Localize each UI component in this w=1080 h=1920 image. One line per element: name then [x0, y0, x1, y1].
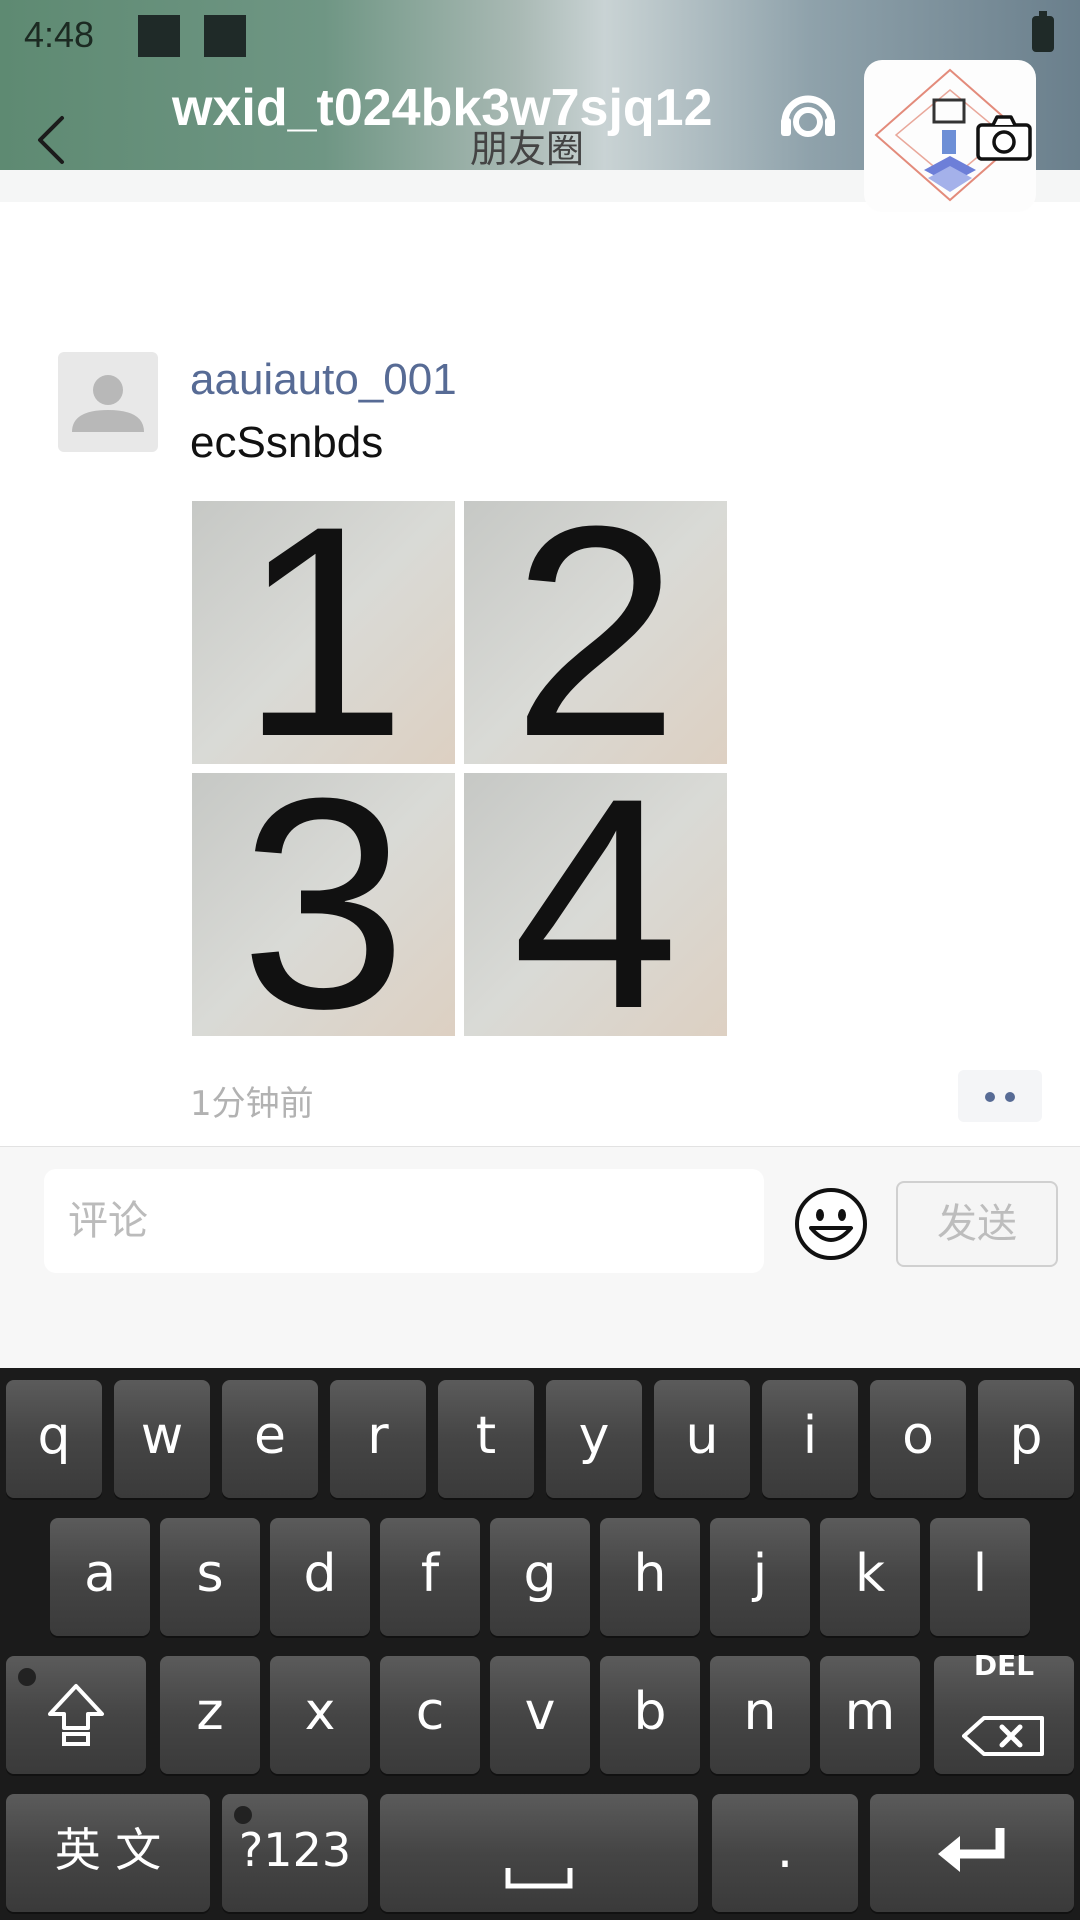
- photo-thumbnail[interactable]: 4: [464, 773, 727, 1036]
- key-z[interactable]: z: [160, 1656, 260, 1774]
- notification-icon: [204, 15, 246, 57]
- backspace-icon: [962, 1716, 1044, 1756]
- photo-content: 3: [240, 773, 407, 1036]
- key-o[interactable]: o: [870, 1380, 966, 1498]
- delete-key[interactable]: DEL: [934, 1649, 1074, 1774]
- key-l[interactable]: l: [930, 1518, 1030, 1636]
- comment-bar: 发送: [0, 1146, 1080, 1369]
- headset-icon: [781, 95, 835, 137]
- key-x[interactable]: x: [270, 1656, 370, 1774]
- profile-name: wxid_t024bk3w7sjq12: [172, 79, 713, 137]
- key-p[interactable]: p: [978, 1380, 1074, 1498]
- key-y[interactable]: y: [546, 1380, 642, 1498]
- key-i[interactable]: i: [762, 1380, 858, 1498]
- photo-thumbnail[interactable]: 2: [464, 501, 727, 764]
- space-bar-icon: [505, 1868, 573, 1889]
- key-e[interactable]: e: [222, 1380, 318, 1498]
- default-avatar-icon: [72, 375, 144, 432]
- send-button[interactable]: 发送: [896, 1181, 1058, 1267]
- dot-icon: [985, 1092, 995, 1102]
- period-key[interactable]: .: [712, 1794, 858, 1912]
- key-t[interactable]: t: [438, 1380, 534, 1498]
- comment-input[interactable]: [44, 1169, 764, 1273]
- status-time: 4:48: [24, 14, 95, 55]
- post-username[interactable]: aauiauto_001: [190, 355, 457, 405]
- more-options-button[interactable]: [958, 1070, 1042, 1122]
- key-n[interactable]: n: [710, 1656, 810, 1774]
- photo-thumbnail[interactable]: 3: [192, 773, 455, 1036]
- key-m[interactable]: m: [820, 1656, 920, 1774]
- key-h[interactable]: h: [600, 1518, 700, 1636]
- delete-label: DEL: [973, 1649, 1035, 1682]
- indicator-dot: [234, 1806, 252, 1824]
- key-v[interactable]: v: [490, 1656, 590, 1774]
- key-g[interactable]: g: [490, 1518, 590, 1636]
- shift-key[interactable]: [6, 1656, 146, 1774]
- post-text: ecSsnbds: [190, 418, 384, 467]
- shift-arrow-icon: [48, 1684, 104, 1746]
- space-key[interactable]: [380, 1794, 698, 1912]
- emoji-icon[interactable]: [793, 1186, 869, 1262]
- photo-grid: 1 2 3 4: [192, 501, 732, 1041]
- key-w[interactable]: w: [114, 1380, 210, 1498]
- page-title: 朋友圈: [470, 127, 585, 170]
- key-j[interactable]: j: [710, 1518, 810, 1636]
- photo-content: 2: [512, 501, 679, 764]
- photo-thumbnail[interactable]: 1: [192, 501, 455, 764]
- user-avatar[interactable]: [58, 352, 158, 452]
- back-arrow-icon[interactable]: [32, 110, 72, 170]
- symbols-key[interactable]: ?123: [222, 1794, 368, 1912]
- keyboard: q w e r t y u i o p a s d f g h j k l z …: [0, 1368, 1080, 1920]
- battery-icon: [1032, 11, 1054, 52]
- key-d[interactable]: d: [270, 1518, 370, 1636]
- key-u[interactable]: u: [654, 1380, 750, 1498]
- photo-content: 1: [240, 501, 407, 764]
- key-f[interactable]: f: [380, 1518, 480, 1636]
- photo-content: 4: [512, 773, 679, 1036]
- camera-icon[interactable]: [975, 113, 1033, 163]
- language-switch-key[interactable]: 英 文: [6, 1794, 210, 1912]
- symbols-label: ?123: [238, 1823, 352, 1877]
- key-c[interactable]: c: [380, 1656, 480, 1774]
- key-q[interactable]: q: [6, 1380, 102, 1498]
- enter-arrow-icon: [938, 1828, 1005, 1872]
- enter-key[interactable]: [870, 1794, 1074, 1912]
- notification-icon: [138, 15, 180, 57]
- dot-icon: [1005, 1092, 1015, 1102]
- indicator-dot: [18, 1668, 36, 1686]
- key-b[interactable]: b: [600, 1656, 700, 1774]
- post-timestamp: 1分钟前: [190, 1084, 314, 1124]
- key-s[interactable]: s: [160, 1518, 260, 1636]
- key-r[interactable]: r: [330, 1380, 426, 1498]
- key-k[interactable]: k: [820, 1518, 920, 1636]
- key-a[interactable]: a: [50, 1518, 150, 1636]
